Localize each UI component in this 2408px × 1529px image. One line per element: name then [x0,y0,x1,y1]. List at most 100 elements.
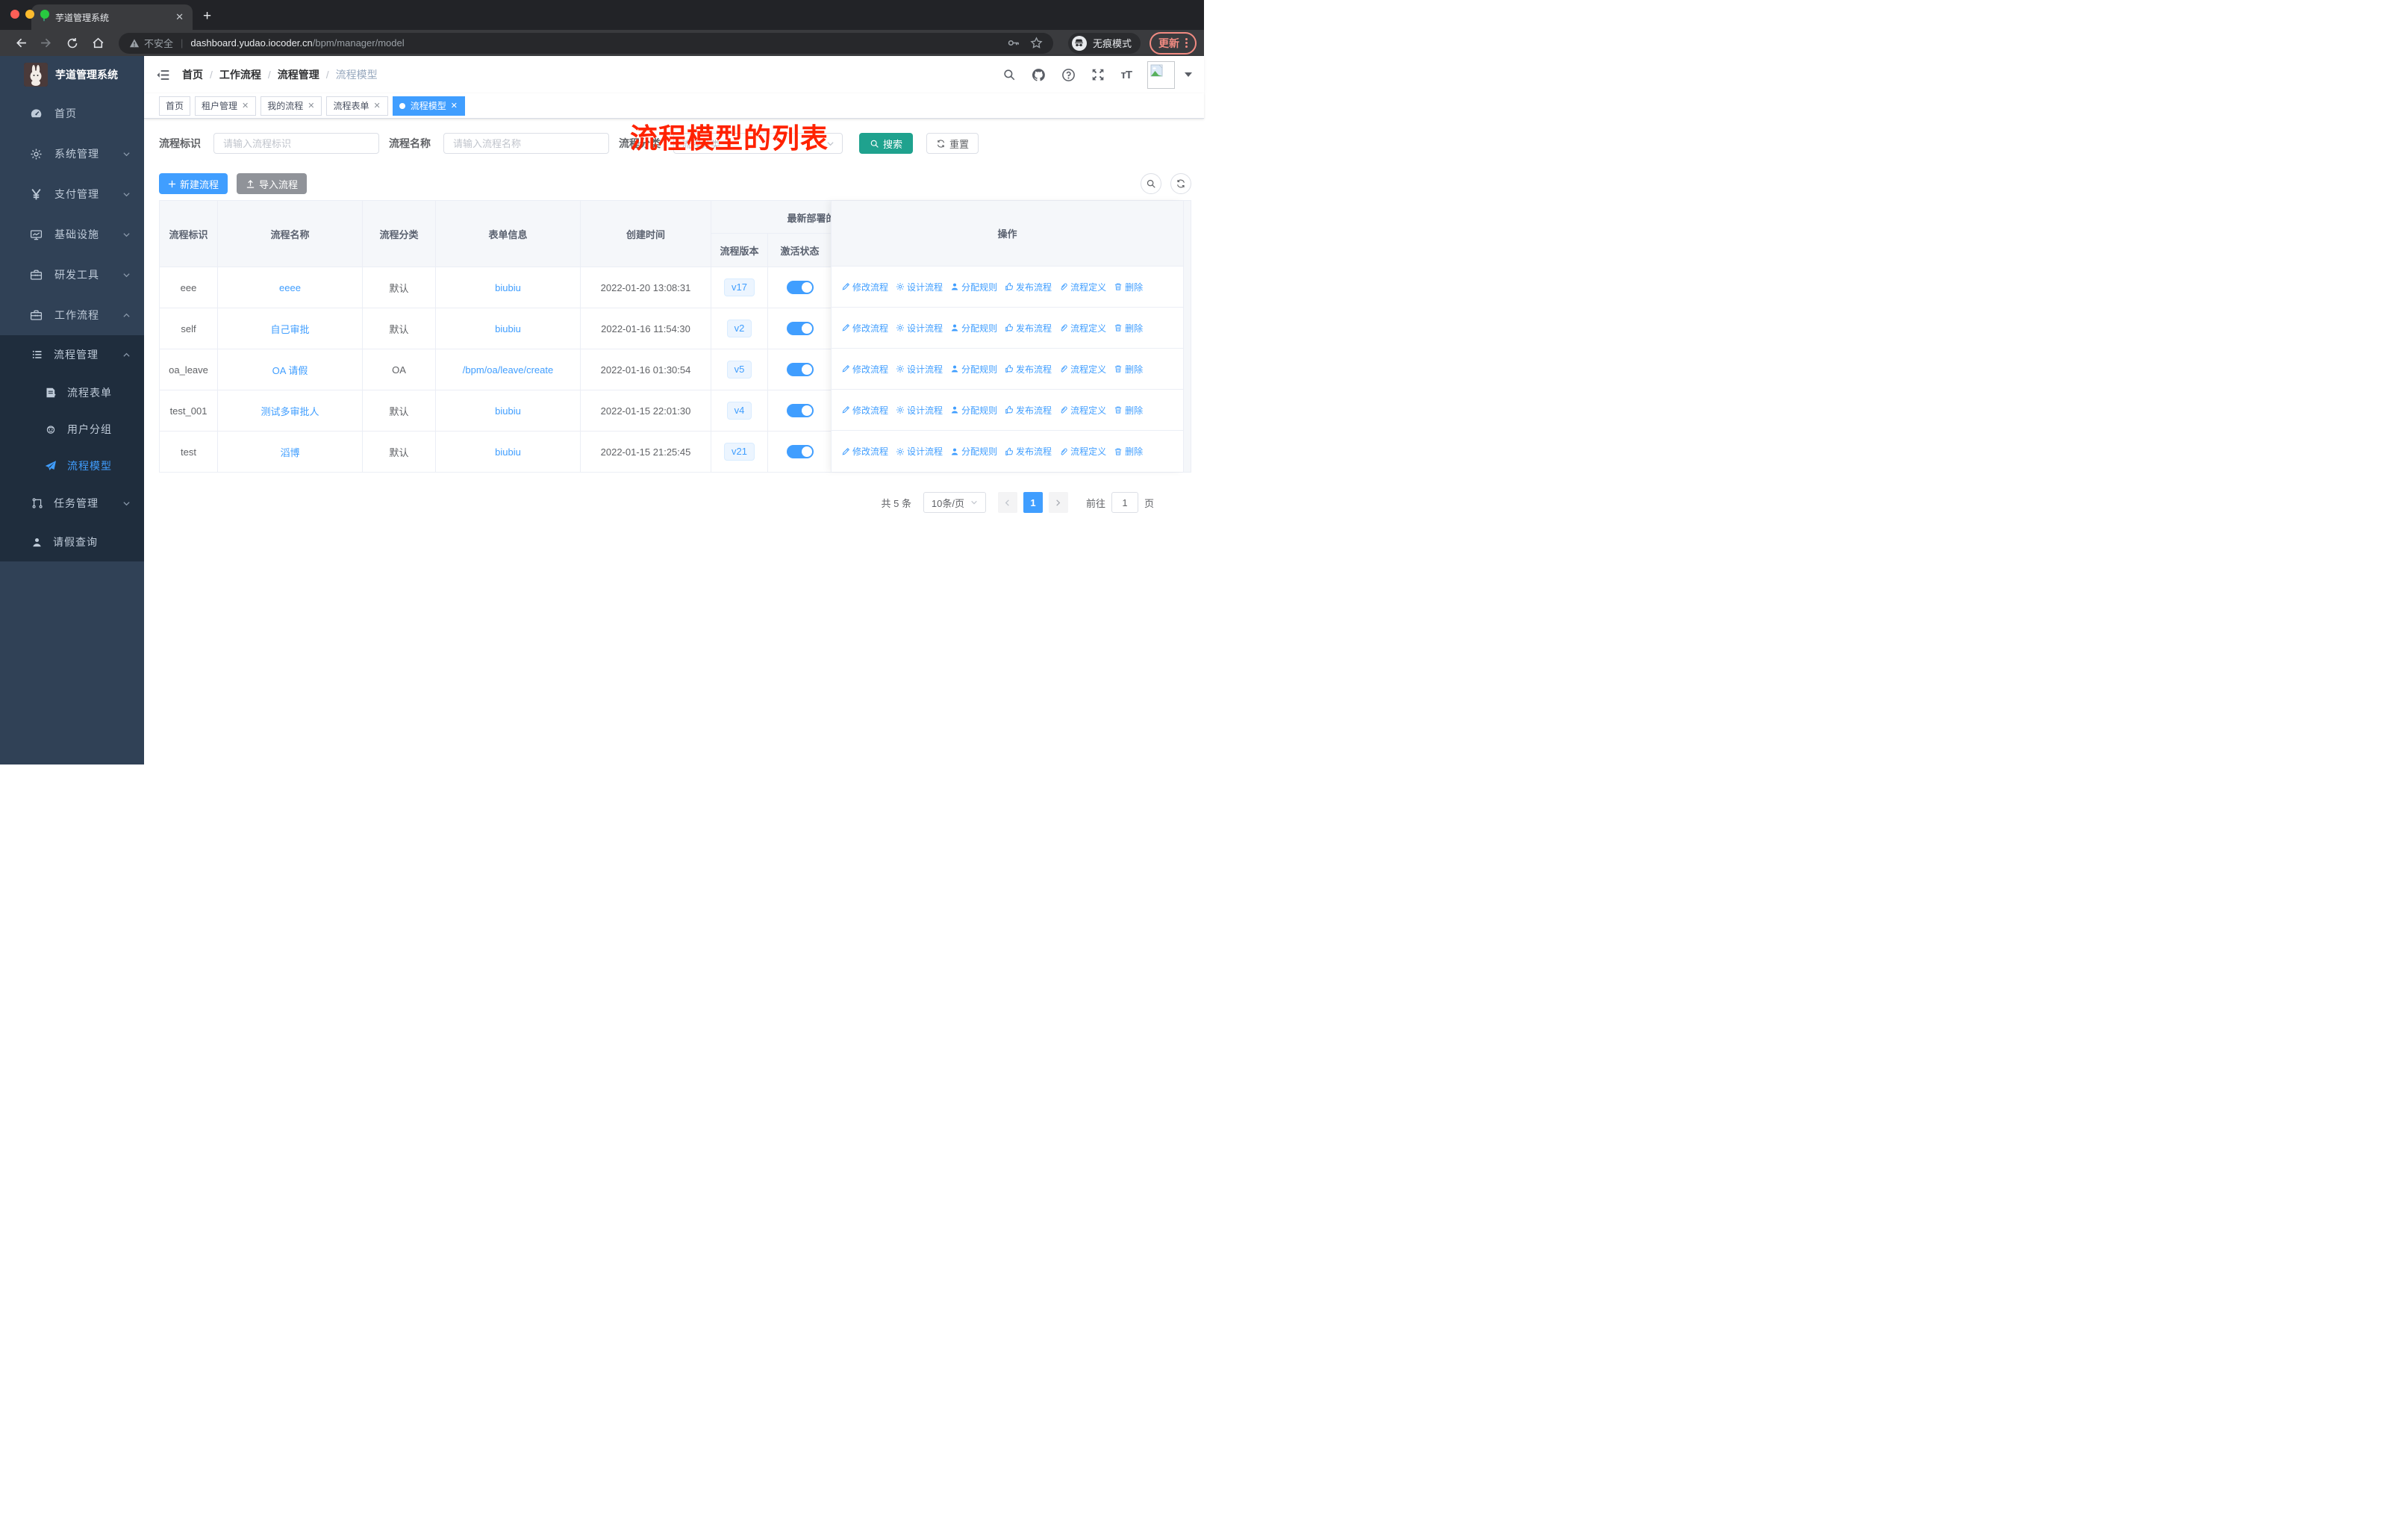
action-design-link[interactable]: 设计流程 [896,445,943,458]
action-publish-link[interactable]: 发布流程 [1005,322,1052,334]
browser-menu-icon[interactable] [1185,38,1188,48]
action-design-link[interactable]: 设计流程 [896,404,943,417]
browser-tab[interactable]: 芋道管理系统 ✕ [31,4,193,30]
tag-process-form[interactable]: 流程表单 ✕ [326,96,388,116]
tag-close-icon[interactable]: ✕ [307,101,315,110]
process-id-input[interactable] [213,133,379,154]
zoom-window-button[interactable] [40,10,49,19]
tag-my-process[interactable]: 我的流程 ✕ [261,96,322,116]
tag-close-icon[interactable]: ✕ [373,101,381,110]
sidebar-item-infrastructure[interactable]: 基础设施 [0,214,144,255]
new-tab-button[interactable]: + [203,8,211,25]
form-info-link[interactable]: /bpm/oa/leave/create [463,364,553,376]
active-toggle[interactable] [786,281,814,294]
import-process-button[interactable]: 导入流程 [237,173,308,194]
search-button[interactable]: 搜索 [859,133,914,154]
tag-home[interactable]: 首页 [159,96,191,116]
avatar-caret-icon[interactable] [1185,72,1192,77]
tag-close-icon[interactable]: ✕ [450,101,458,110]
breadcrumb-workflow[interactable]: 工作流程 [219,67,261,82]
reset-button[interactable]: 重置 [926,133,979,154]
bookmark-star-icon[interactable] [1030,37,1043,49]
process-name-link[interactable]: 测试多审批人 [261,404,319,418]
action-delete-link[interactable]: 删除 [1114,322,1143,334]
active-toggle[interactable] [786,322,814,335]
reload-icon[interactable] [66,37,78,49]
tab-close-icon[interactable]: ✕ [172,11,187,23]
action-delete-link[interactable]: 删除 [1114,363,1143,376]
process-name-link[interactable]: 滔博 [280,445,299,459]
action-edit-link[interactable]: 修改流程 [841,404,888,417]
minimize-window-button[interactable] [25,10,34,19]
form-info-link[interactable]: biubiu [495,446,521,458]
help-icon[interactable] [1061,68,1076,82]
form-info-link[interactable]: biubiu [495,405,521,417]
tag-close-icon[interactable]: ✕ [241,101,249,110]
search-icon[interactable] [1002,68,1016,81]
create-process-button[interactable]: 新建流程 [159,173,228,194]
next-page-button[interactable] [1048,492,1068,513]
action-assign-rule-link[interactable]: 分配规则 [950,281,997,293]
process-name-link[interactable]: 自己审批 [270,322,309,336]
form-info-link[interactable]: biubiu [495,323,521,334]
action-delete-link[interactable]: 删除 [1114,445,1143,458]
active-toggle[interactable] [786,445,814,458]
action-delete-link[interactable]: 删除 [1114,404,1143,417]
address-bar[interactable]: 不安全 | dashboard.yudao.iocoder.cn/bpm/man… [119,32,1053,54]
avatar[interactable] [1147,60,1175,89]
sidebar-item-leave-query[interactable]: 请假查询 [0,523,144,561]
sidebar-item-home[interactable]: 首页 [0,93,144,134]
action-assign-rule-link[interactable]: 分配规则 [950,363,997,376]
action-definition-link[interactable]: 流程定义 [1059,445,1106,458]
action-definition-link[interactable]: 流程定义 [1059,281,1106,293]
sidebar-item-devtools[interactable]: 研发工具 [0,255,144,295]
active-toggle[interactable] [786,363,814,376]
action-delete-link[interactable]: 删除 [1114,281,1143,293]
tag-tenant[interactable]: 租户管理 ✕ [195,96,257,116]
sidebar-item-task-management[interactable]: 任务管理 [0,484,144,523]
active-toggle[interactable] [786,404,814,417]
sidebar-item-process-model[interactable]: 流程模型 [0,447,144,484]
sidebar-item-user-group[interactable]: 用户分组 [0,411,144,447]
action-assign-rule-link[interactable]: 分配规则 [950,404,997,417]
action-design-link[interactable]: 设计流程 [896,363,943,376]
refresh-table-button[interactable] [1170,173,1191,194]
process-name-link[interactable]: OA 请假 [272,363,308,377]
action-edit-link[interactable]: 修改流程 [841,445,888,458]
window-controls[interactable] [10,10,49,19]
sidebar-item-system[interactable]: 系统管理 [0,134,144,174]
sidebar-item-workflow[interactable]: 工作流程 [0,295,144,335]
sidebar-item-payment[interactable]: 支付管理 [0,174,144,214]
sidebar-collapse-icon[interactable] [156,68,170,82]
breadcrumb-process-management[interactable]: 流程管理 [278,67,319,82]
action-edit-link[interactable]: 修改流程 [841,363,888,376]
action-publish-link[interactable]: 发布流程 [1005,404,1052,417]
sidebar-item-process-management[interactable]: 流程管理 [0,335,144,374]
home-icon[interactable] [92,37,105,49]
fullscreen-icon[interactable] [1091,68,1105,81]
action-publish-link[interactable]: 发布流程 [1005,445,1052,458]
goto-page-input[interactable] [1111,492,1138,513]
show-search-toggle-button[interactable] [1141,173,1161,194]
process-name-link[interactable]: eeee [279,282,301,293]
browser-update-button[interactable]: 更新 [1150,31,1197,55]
process-name-input[interactable] [443,133,609,154]
action-design-link[interactable]: 设计流程 [896,322,943,334]
close-window-button[interactable] [10,10,19,19]
action-definition-link[interactable]: 流程定义 [1059,404,1106,417]
action-publish-link[interactable]: 发布流程 [1005,363,1052,376]
action-design-link[interactable]: 设计流程 [896,281,943,293]
tag-process-model[interactable]: 流程模型 ✕ [392,96,465,116]
github-icon[interactable] [1032,68,1046,82]
action-definition-link[interactable]: 流程定义 [1059,363,1106,376]
action-assign-rule-link[interactable]: 分配规则 [950,322,997,334]
forward-icon[interactable] [40,37,53,49]
form-info-link[interactable]: biubiu [495,282,521,293]
password-key-icon[interactable] [1007,37,1020,49]
current-page-button[interactable]: 1 [1023,492,1043,513]
back-icon[interactable] [14,37,27,49]
font-size-icon[interactable]: ᴛT [1120,69,1132,81]
action-definition-link[interactable]: 流程定义 [1059,322,1106,334]
action-publish-link[interactable]: 发布流程 [1005,281,1052,293]
action-assign-rule-link[interactable]: 分配规则 [950,445,997,458]
